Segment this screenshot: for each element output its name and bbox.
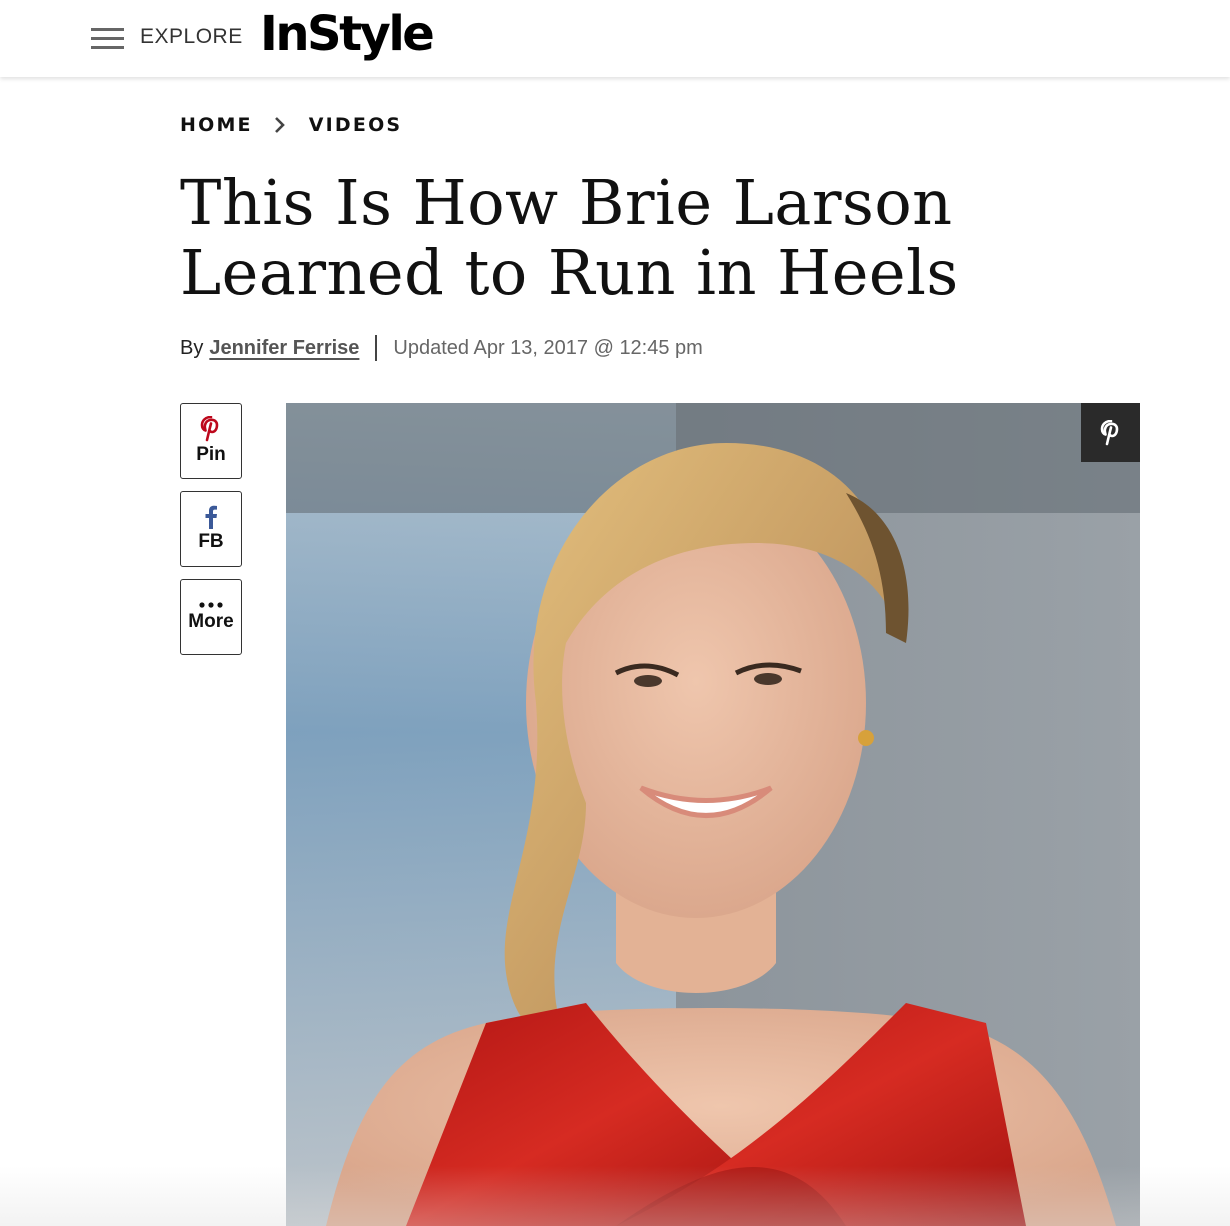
chevron-right-icon bbox=[274, 117, 285, 133]
more-dots-icon bbox=[199, 602, 223, 608]
pin-label: Pin bbox=[196, 444, 226, 465]
instyle-logo[interactable]: InStyle bbox=[260, 6, 435, 62]
pinterest-icon bbox=[1100, 419, 1118, 445]
hero-photo bbox=[286, 403, 1140, 1226]
by-label: By bbox=[180, 336, 204, 359]
hero-image[interactable] bbox=[286, 403, 1140, 1226]
facebook-share-button[interactable]: FB bbox=[180, 491, 242, 567]
updated-timestamp: Updated Apr 13, 2017 @ 12:45 pm bbox=[393, 336, 703, 359]
breadcrumb-videos-link[interactable]: VIDEOS bbox=[309, 114, 403, 136]
more-share-button[interactable]: More bbox=[180, 579, 242, 655]
facebook-icon bbox=[205, 505, 217, 529]
breadcrumb-home-link[interactable]: HOME bbox=[180, 114, 253, 136]
author-link[interactable]: Jennifer Ferrise bbox=[209, 337, 359, 360]
pin-share-button[interactable]: Pin bbox=[180, 403, 242, 479]
hamburger-menu-icon[interactable] bbox=[91, 28, 124, 50]
more-label: More bbox=[188, 611, 234, 632]
top-navigation-bar: EXPLORE InStyle bbox=[0, 0, 1230, 77]
pin-image-button[interactable] bbox=[1081, 403, 1140, 462]
article-byline: By Jennifer Ferrise Updated Apr 13, 2017… bbox=[180, 335, 703, 361]
article-title: This Is How Brie Larson Learned to Run i… bbox=[180, 166, 959, 309]
pinterest-icon bbox=[200, 416, 219, 442]
fb-label: FB bbox=[198, 531, 224, 552]
byline-divider bbox=[375, 335, 378, 361]
explore-menu-link[interactable]: EXPLORE bbox=[140, 25, 243, 49]
breadcrumb: HOME VIDEOS bbox=[180, 114, 402, 136]
